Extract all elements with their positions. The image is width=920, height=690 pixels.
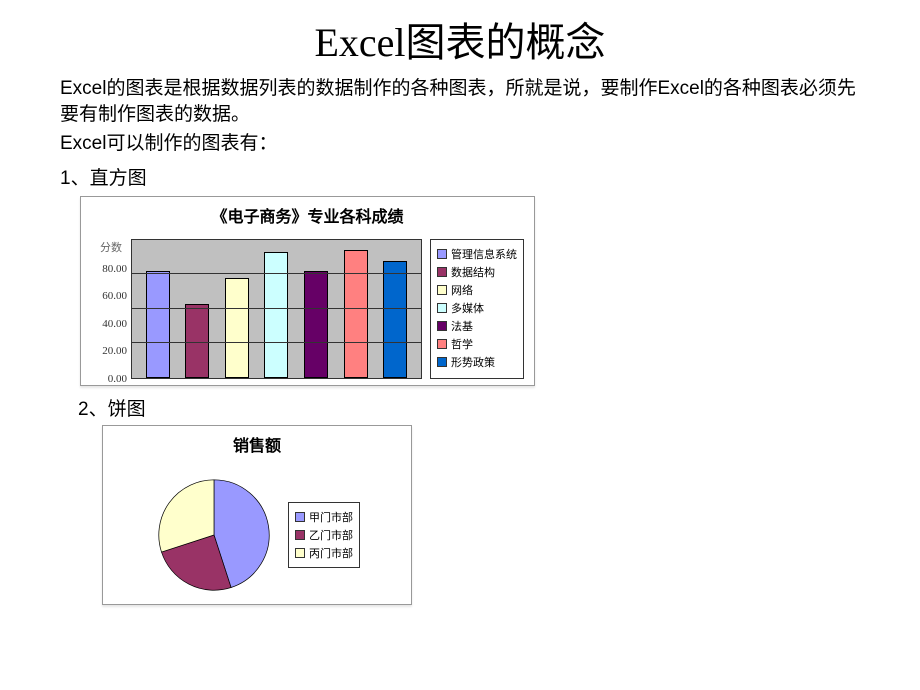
- legend-swatch: [437, 303, 447, 313]
- legend-label: 丙门市部: [309, 545, 353, 561]
- legend-label: 多媒体: [451, 300, 484, 316]
- legend-swatch: [295, 548, 305, 558]
- legend-label: 乙门市部: [309, 527, 353, 543]
- bar: [264, 252, 288, 378]
- legend-swatch: [437, 357, 447, 367]
- bar-chart-ylabel: 分数: [91, 239, 131, 255]
- list-intro: Excel可以制作的图表有：: [60, 131, 860, 157]
- legend-item: 甲门市部: [295, 509, 353, 525]
- pie-chart-plot: [154, 475, 274, 595]
- page-title: Excel图表的概念: [60, 10, 860, 68]
- legend-swatch: [437, 321, 447, 331]
- legend-label: 网络: [451, 282, 473, 298]
- bar-chart-yticks: 0.0020.0040.0060.0080.00: [91, 257, 131, 379]
- gridline: [132, 308, 421, 309]
- bar-chart-plot: [131, 239, 422, 379]
- legend-label: 形势政策: [451, 354, 495, 370]
- ytick-label: 40.00: [91, 318, 127, 330]
- legend-item: 形势政策: [437, 354, 517, 370]
- bar: [304, 271, 328, 378]
- legend-label: 甲门市部: [309, 509, 353, 525]
- gridline: [132, 239, 421, 240]
- legend-item: 法基: [437, 318, 517, 334]
- ytick-label: 0.00: [91, 373, 127, 385]
- legend-swatch: [437, 249, 447, 259]
- ytick-label: 20.00: [91, 345, 127, 357]
- pie-chart-card: 销售额 甲门市部乙门市部丙门市部: [102, 425, 412, 605]
- pie-chart-legend: 甲门市部乙门市部丙门市部: [288, 502, 360, 568]
- legend-label: 管理信息系统: [451, 246, 517, 262]
- legend-swatch: [295, 512, 305, 522]
- gridline: [132, 342, 421, 343]
- bar: [344, 250, 368, 378]
- legend-swatch: [437, 267, 447, 277]
- bar-chart-title: 《电子商务》专业各科成绩: [211, 203, 403, 227]
- ytick-label: 60.00: [91, 290, 127, 302]
- legend-item: 丙门市部: [295, 545, 353, 561]
- item-1-label: 1、直方图: [60, 163, 860, 190]
- bar-chart-legend: 管理信息系统数据结构网络多媒体法基哲学形势政策: [430, 239, 524, 379]
- legend-item: 管理信息系统: [437, 246, 517, 262]
- legend-label: 法基: [451, 318, 473, 334]
- ytick-label: 80.00: [91, 263, 127, 275]
- bar: [146, 271, 170, 378]
- legend-item: 乙门市部: [295, 527, 353, 543]
- bar: [383, 261, 407, 378]
- item-2-label: 2、饼图: [78, 394, 860, 421]
- legend-label: 哲学: [451, 336, 473, 352]
- intro-paragraph: Excel的图表是根据数据列表的数据制作的各种图表，所就是说，要制作Excel的…: [60, 76, 860, 127]
- legend-item: 多媒体: [437, 300, 517, 316]
- legend-swatch: [437, 339, 447, 349]
- bar-chart-card: 《电子商务》专业各科成绩 分数 0.00 20.00 40.00 60.00 80.00…: [80, 196, 535, 386]
- gridline: [132, 273, 421, 274]
- legend-label: 数据结构: [451, 264, 495, 280]
- legend-item: 哲学: [437, 336, 517, 352]
- legend-swatch: [295, 530, 305, 540]
- legend-item: 数据结构: [437, 264, 517, 280]
- legend-swatch: [437, 285, 447, 295]
- legend-item: 网络: [437, 282, 517, 298]
- bar: [185, 304, 209, 378]
- bar: [225, 278, 249, 378]
- pie-chart-title: 销售额: [233, 432, 281, 456]
